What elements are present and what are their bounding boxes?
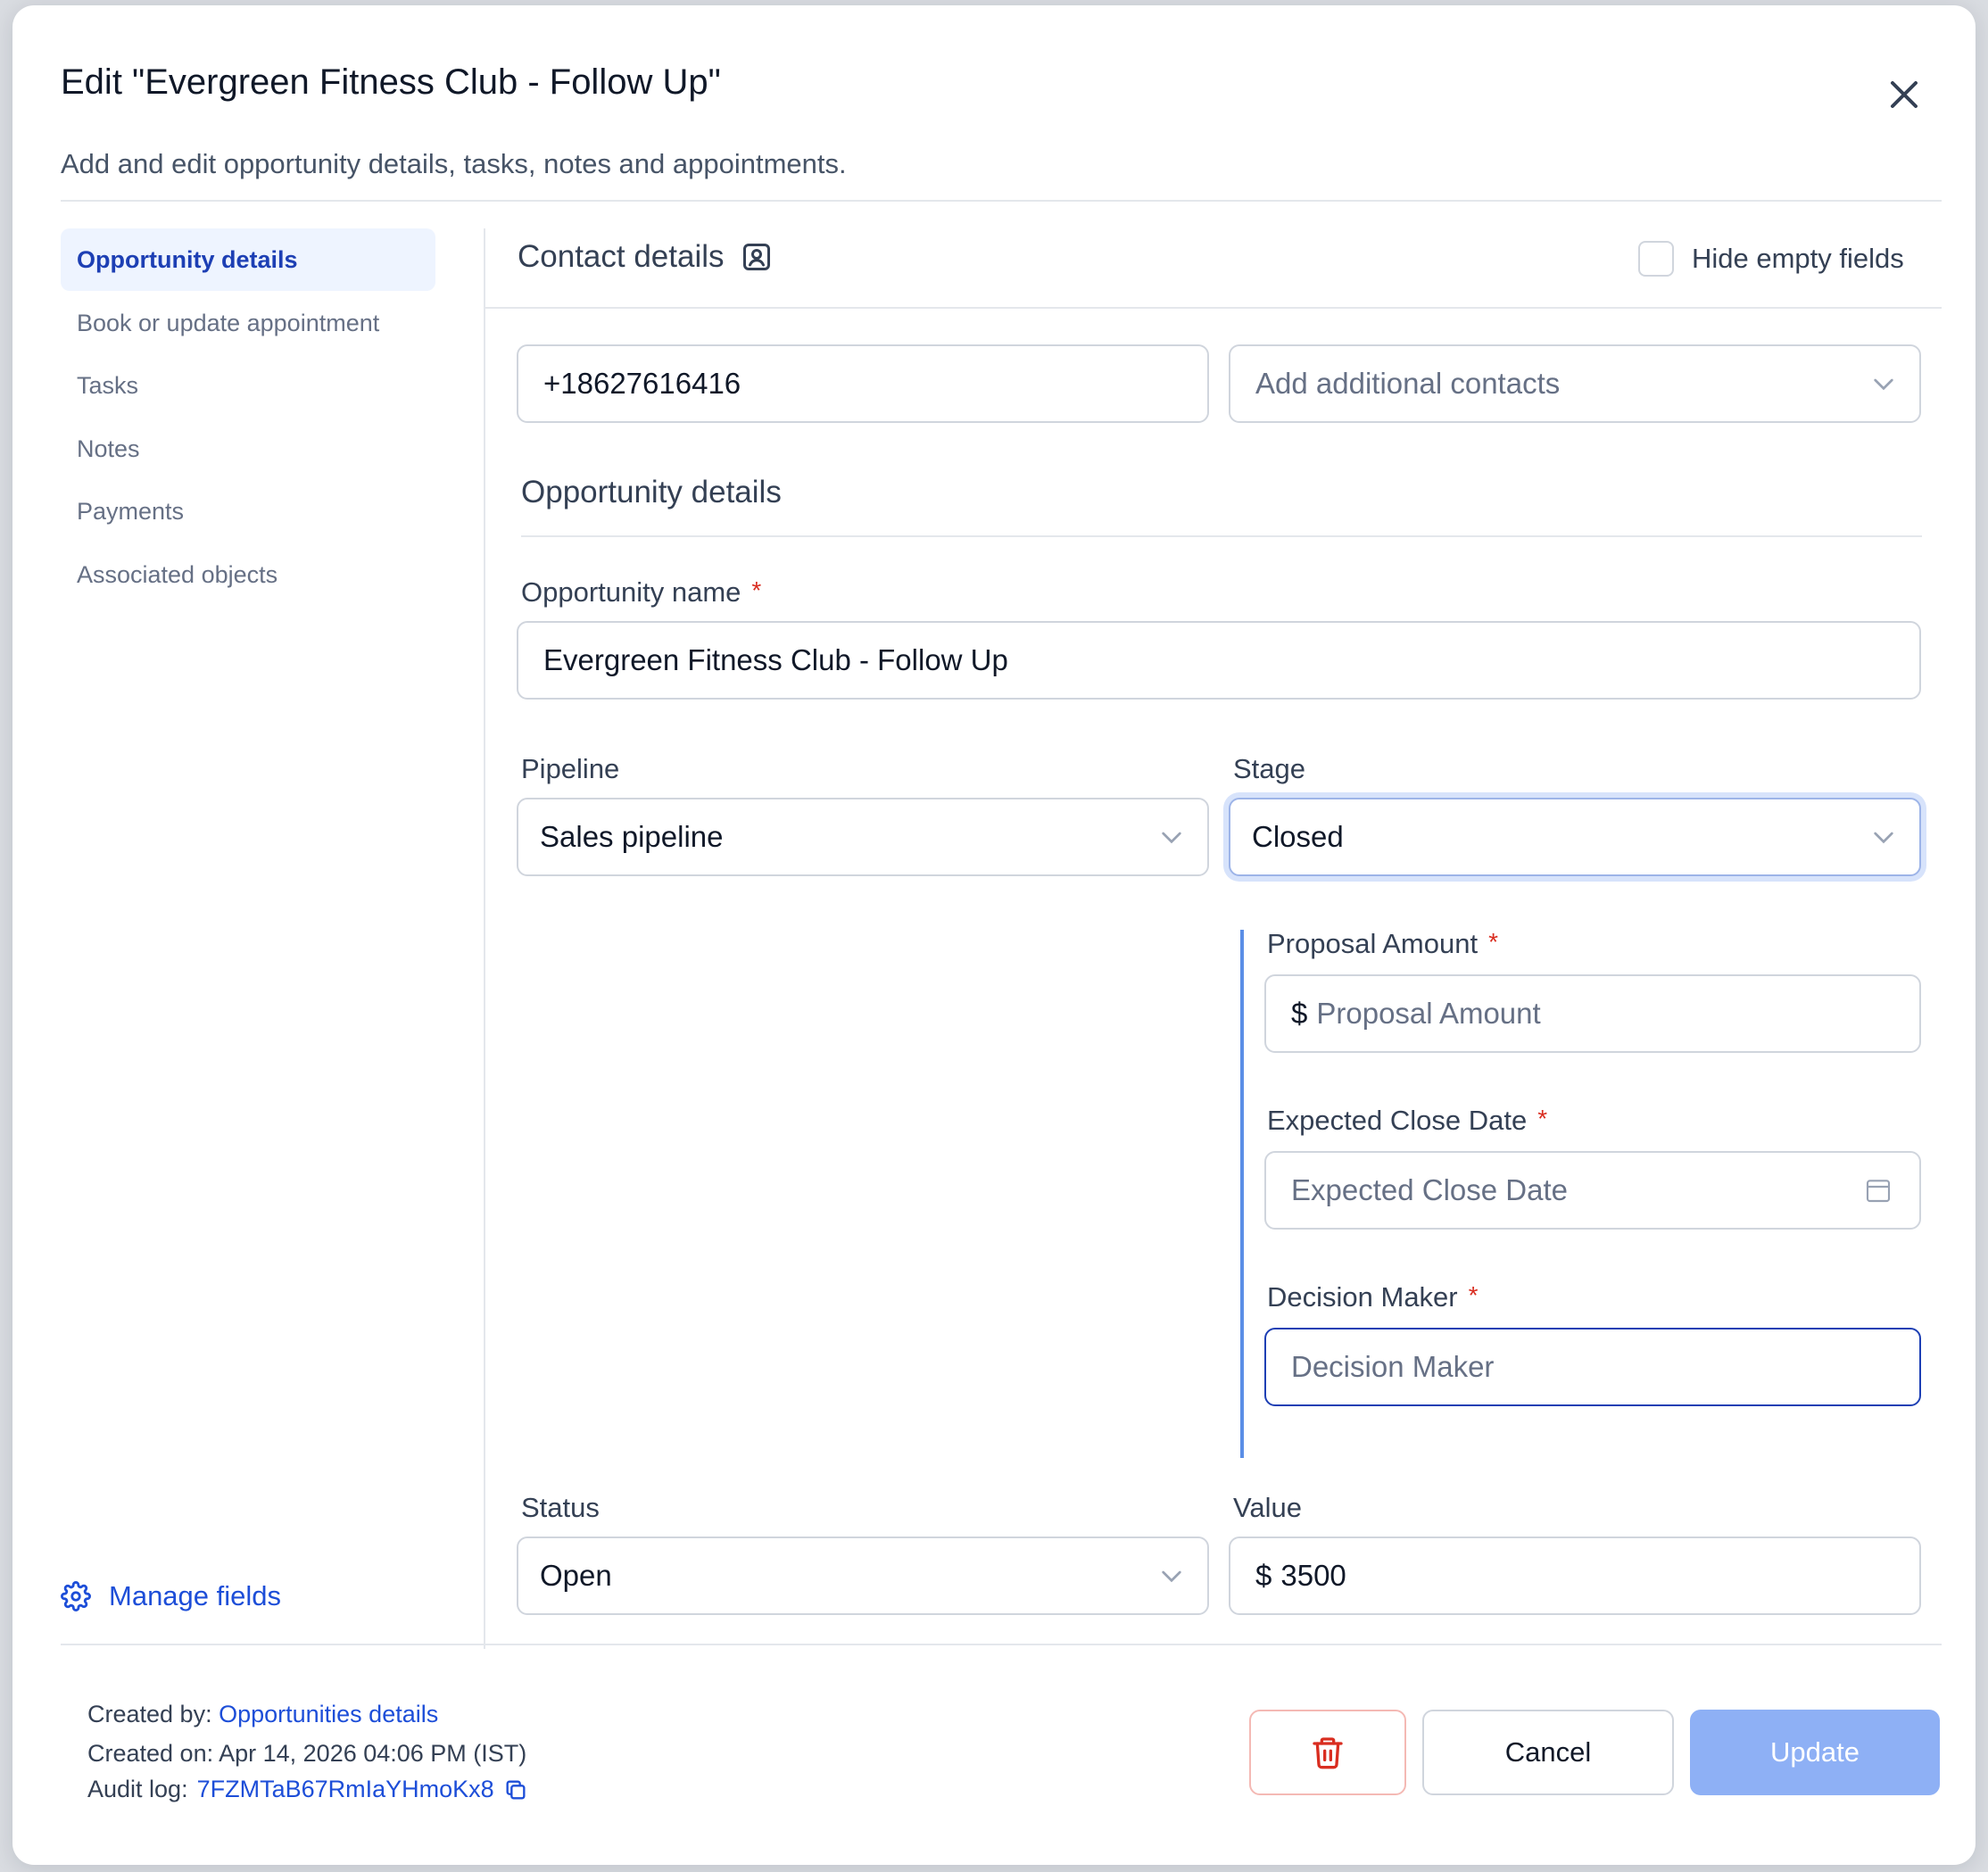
modal-title: Edit "Evergreen Fitness Club - Follow Up…: [61, 62, 721, 102]
audit-log-label: Audit log:: [87, 1776, 188, 1802]
pipeline-label-text: Pipeline: [521, 753, 620, 784]
required-marker: *: [1537, 1105, 1548, 1132]
opportunity-name-value: Evergreen Fitness Club - Follow Up: [543, 643, 1008, 676]
calendar-icon[interactable]: [1864, 1176, 1893, 1205]
opportunity-divider: [521, 535, 1922, 537]
sidebar-item-tasks[interactable]: Tasks: [61, 354, 435, 417]
stage-label-text: Stage: [1233, 753, 1306, 784]
sidebar-item-opportunity-details[interactable]: Opportunity details: [61, 228, 435, 291]
contact-details-heading: Contact details: [518, 239, 773, 275]
edit-opportunity-modal: Edit "Evergreen Fitness Club - Follow Up…: [12, 5, 1976, 1865]
additional-contacts-select[interactable]: Add additional contacts: [1229, 344, 1921, 423]
hide-empty-fields-toggle[interactable]: Hide empty fields: [1638, 236, 1904, 282]
expected-close-date-input[interactable]: Expected Close Date: [1264, 1151, 1921, 1230]
close-icon: [1891, 81, 1918, 108]
proposal-amount-input[interactable]: $ Proposal Amount: [1264, 974, 1921, 1053]
audit-log-id[interactable]: 7FZMTaB67RmIaYHmoKx8: [197, 1776, 494, 1803]
sidebar-item-book-appointment[interactable]: Book or update appointment: [61, 292, 435, 354]
value-currency: $: [1255, 1559, 1272, 1592]
proposal-amount-label-text: Proposal Amount: [1267, 928, 1479, 959]
status-label-text: Status: [521, 1492, 600, 1523]
opportunity-name-input[interactable]: Evergreen Fitness Club - Follow Up: [517, 621, 1921, 700]
audit-log-line: Audit log: 7FZMTaB67RmIaYHmoKx8: [87, 1776, 528, 1803]
expected-close-date-label: Expected Close Date *: [1267, 1105, 1547, 1137]
copy-icon[interactable]: [503, 1777, 528, 1802]
value-label: Value: [1233, 1492, 1302, 1524]
created-by-link[interactable]: Opportunities details: [219, 1701, 438, 1727]
additional-contacts-placeholder: Add additional contacts: [1255, 367, 1561, 400]
created-on-line: Created on: Apr 14, 2026 04:06 PM (IST): [87, 1740, 527, 1767]
proposal-currency: $: [1291, 997, 1308, 1030]
opportunity-name-label-text: Opportunity name: [521, 576, 741, 608]
sidebar-item-label: Payments: [77, 497, 185, 525]
delete-button[interactable]: [1249, 1710, 1406, 1795]
expected-close-date-label-text: Expected Close Date: [1267, 1105, 1528, 1136]
value-input[interactable]: $ 3500: [1229, 1537, 1921, 1615]
stage-value: Closed: [1252, 820, 1344, 853]
value-label-text: Value: [1233, 1492, 1302, 1523]
created-by-label: Created by:: [87, 1701, 212, 1727]
sidebar-item-associated-objects[interactable]: Associated objects: [61, 543, 435, 606]
hide-empty-fields-label: Hide empty fields: [1692, 243, 1904, 274]
gear-icon: [61, 1581, 91, 1611]
pipeline-select[interactable]: Sales pipeline: [517, 798, 1209, 876]
sidebar-item-label: Book or update appointment: [77, 309, 380, 336]
required-marker: *: [751, 576, 762, 604]
contact-phone-field[interactable]: +18627616416: [517, 344, 1209, 423]
stage-select[interactable]: Closed: [1229, 798, 1921, 876]
decision-maker-placeholder: Decision Maker: [1291, 1350, 1495, 1383]
sidebar-item-notes[interactable]: Notes: [61, 418, 435, 480]
pipeline-label: Pipeline: [521, 753, 619, 785]
header-divider: [61, 200, 1942, 202]
required-marker: *: [1488, 928, 1498, 956]
modal-subtitle: Add and edit opportunity details, tasks,…: [61, 148, 847, 179]
sidebar-divider: [484, 228, 485, 1649]
proposal-amount-label: Proposal Amount *: [1267, 928, 1498, 960]
opportunity-name-label: Opportunity name *: [521, 576, 761, 609]
proposal-amount-placeholder: Proposal Amount: [1316, 997, 1541, 1030]
chevron-down-icon: [1162, 1570, 1181, 1583]
stage-label: Stage: [1233, 753, 1305, 785]
sidebar-item-label: Associated objects: [77, 560, 278, 588]
expected-close-date-placeholder: Expected Close Date: [1291, 1173, 1569, 1206]
pipeline-value: Sales pipeline: [540, 820, 724, 853]
status-label: Status: [521, 1492, 600, 1524]
contact-divider: [485, 307, 1942, 309]
manage-fields-label: Manage fields: [109, 1580, 282, 1611]
cancel-button[interactable]: Cancel: [1422, 1710, 1674, 1795]
trash-icon: [1313, 1737, 1343, 1769]
created-by-line: Created by: Opportunities details: [87, 1701, 438, 1728]
status-value: Open: [540, 1559, 612, 1592]
sidebar-item-label: Notes: [77, 435, 140, 462]
chevron-down-icon: [1874, 378, 1893, 391]
contact-phone-value: +18627616416: [543, 367, 741, 400]
sidebar-item-payments[interactable]: Payments: [61, 480, 435, 543]
chevron-down-icon: [1874, 832, 1893, 844]
manage-fields-link[interactable]: Manage fields: [61, 1574, 281, 1619]
close-button[interactable]: [1879, 70, 1929, 120]
stage-fields-indicator: [1240, 930, 1244, 1458]
sidebar-item-label: Tasks: [77, 371, 139, 399]
value-amount: 3500: [1280, 1559, 1346, 1592]
decision-maker-input[interactable]: Decision Maker: [1264, 1328, 1921, 1406]
decision-maker-label: Decision Maker *: [1267, 1281, 1479, 1313]
opportunity-details-heading: Opportunity details: [521, 475, 782, 509]
contact-details-title: Contact details: [518, 239, 725, 274]
required-marker: *: [1468, 1281, 1479, 1309]
sidebar-item-label: Opportunity details: [77, 245, 298, 273]
hide-empty-fields-checkbox[interactable]: [1638, 241, 1674, 277]
chevron-down-icon: [1162, 832, 1181, 844]
status-select[interactable]: Open: [517, 1537, 1209, 1615]
update-button[interactable]: Update: [1690, 1710, 1940, 1795]
decision-maker-label-text: Decision Maker: [1267, 1281, 1458, 1313]
contact-card-icon: [742, 244, 770, 270]
footer-divider: [61, 1644, 1942, 1645]
